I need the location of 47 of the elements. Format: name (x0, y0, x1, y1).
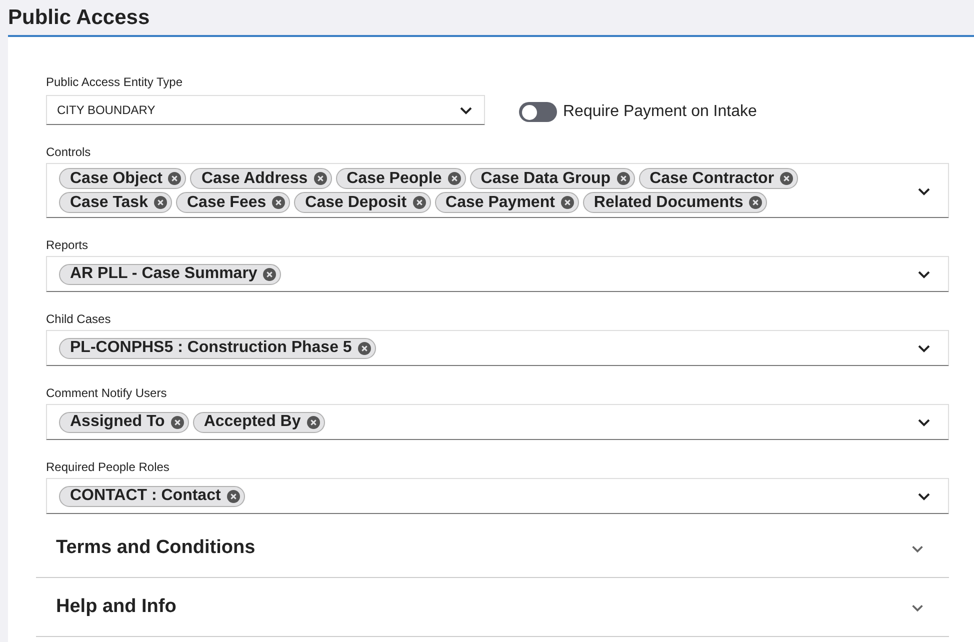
accordion-header[interactable]: Help and Info (36, 578, 949, 637)
remove-icon[interactable] (263, 268, 276, 280)
entity-type-select[interactable]: CITY BOUNDARY (46, 95, 485, 125)
field-label: Child Cases (46, 312, 112, 326)
tag-chip: Case People (336, 168, 466, 189)
page-title: Public Access (8, 4, 150, 30)
tag-chip: PL-CONPHS5 : Construction Phase 5 (59, 338, 376, 358)
toggle-label: Require Payment on Intake (563, 102, 757, 122)
remove-icon[interactable] (170, 416, 184, 428)
field-label: Reports (46, 238, 90, 252)
remove-icon[interactable] (749, 196, 762, 209)
multi-select-field[interactable]: CONTACT : Contact (46, 478, 949, 514)
field-label: Required People Roles (46, 460, 170, 474)
field-label: Public Access Entity Type (46, 75, 184, 89)
remove-icon[interactable] (448, 172, 461, 185)
tag-chip: Accepted By (192, 412, 325, 432)
tag-chip: Case Data Group (470, 168, 635, 189)
remove-icon[interactable] (226, 490, 240, 502)
accordion-header[interactable]: Terms and Conditions (36, 519, 949, 578)
remove-icon[interactable] (154, 196, 167, 209)
remove-icon[interactable] (412, 196, 426, 209)
tag-chip: CONTACT : Contact (59, 486, 245, 506)
tag-chip: Case Address (190, 168, 332, 189)
remove-icon[interactable] (306, 416, 320, 428)
tag-chip: Case Deposit (294, 192, 431, 213)
multi-select-field[interactable]: AR PLL - Case Summary (46, 256, 949, 292)
tag-chip: Case Object (59, 168, 186, 189)
multi-select-field[interactable]: PL-CONPHS5 : Construction Phase 5 (46, 330, 949, 366)
tag-chip: Case Payment (434, 192, 579, 213)
field-label: Comment Notify Users (46, 386, 168, 400)
remove-icon[interactable] (616, 172, 630, 185)
tag-chip: Case Task (59, 192, 172, 213)
remove-icon[interactable] (560, 196, 574, 209)
remove-icon[interactable] (780, 172, 794, 185)
multi-select-field[interactable]: Assigned To Accepted By (46, 404, 949, 440)
tag-chip: Assigned To (59, 412, 189, 432)
field-label: Controls (46, 145, 92, 159)
remove-icon[interactable] (168, 172, 182, 185)
tag-chip: Related Documents (582, 192, 768, 213)
tag-chip: AR PLL - Case Summary (59, 264, 282, 284)
toggle-switch[interactable] (519, 102, 557, 122)
remove-icon[interactable] (272, 196, 286, 209)
remove-icon[interactable] (358, 342, 371, 354)
remove-icon[interactable] (314, 172, 327, 185)
multi-select-field[interactable]: Case Object Case Address Case People Case Data Group Case Contractor Case Task Case Fees Case Deposit Case Payment Related Documents (46, 163, 949, 218)
tag-chip: Case Contractor (638, 168, 798, 189)
tag-chip: Case Fees (176, 192, 290, 213)
